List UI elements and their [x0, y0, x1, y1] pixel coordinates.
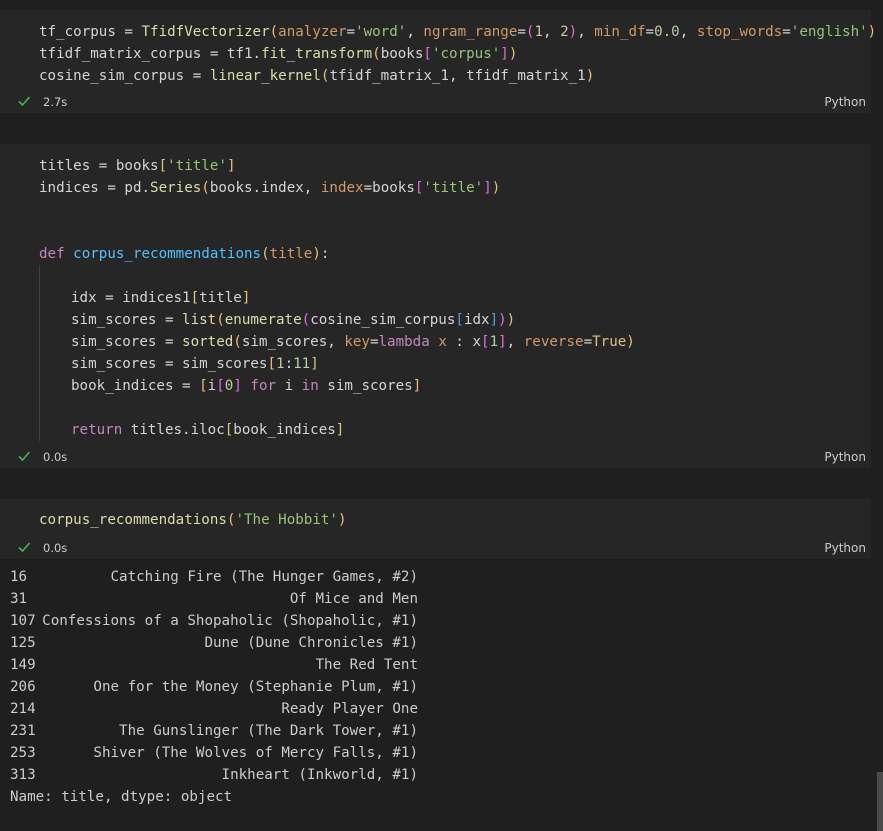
- code-line[interactable]: tfidf_matrix_corpus = tf1.fit_transform(…: [39, 43, 517, 65]
- row-title: Dune (Dune Chronicles #1): [204, 635, 418, 651]
- output-row: 214 Ready Player One: [10, 698, 418, 720]
- language-label[interactable]: Python: [824, 94, 866, 110]
- row-title: Confessions of a Shopaholic (Shopaholic,…: [42, 613, 418, 629]
- output-row: 107 Confessions of a Shopaholic (Shopahol…: [10, 610, 418, 632]
- cell-status-bar: 0.0s Python: [0, 447, 871, 467]
- row-title: Shiver (The Wolves of Mercy Falls, #1): [93, 745, 418, 761]
- output-row: 253 Shiver (The Wolves of Mercy Falls, #1…: [10, 742, 418, 764]
- check-icon: [18, 96, 31, 107]
- row-index: 16: [10, 569, 28, 585]
- output-scrollbar[interactable]: [877, 772, 883, 831]
- row-index: 206: [10, 679, 36, 695]
- row-index: 231: [10, 723, 36, 739]
- cell-output[interactable]: 16 Catching Fire (The Hunger Games, #2) 3…: [0, 560, 871, 831]
- output-row: 231 The Gunslinger (The Dark Tower, #1): [10, 720, 418, 742]
- execution-time: 0.0s: [43, 450, 68, 464]
- cell-status-bar: 0.0s Python: [0, 538, 871, 558]
- indent-guide: [39, 265, 40, 441]
- code-line[interactable]: book_indices = [i[0] for i in sim_scores…: [71, 375, 421, 397]
- code-line[interactable]: def corpus_recommendations(title):: [39, 243, 329, 265]
- code-line[interactable]: sim_scores = sorted(sim_scores, key=lamb…: [71, 331, 635, 353]
- execution-time: 2.7s: [43, 95, 68, 109]
- code-line[interactable]: titles = books['title']: [39, 155, 235, 177]
- row-index: 149: [10, 657, 36, 673]
- check-icon: [18, 542, 31, 553]
- output-footer: Name: title, dtype: object: [10, 789, 233, 805]
- code-line[interactable]: sim_scores = list(enumerate(cosine_sim_c…: [71, 309, 515, 331]
- row-index: 31: [10, 591, 28, 607]
- row-title: Inkheart (Inkworld, #1): [221, 767, 418, 783]
- row-title: The Gunslinger (The Dark Tower, #1): [119, 723, 418, 739]
- row-title: The Red Tent: [315, 657, 419, 673]
- row-title: Catching Fire (The Hunger Games, #2): [110, 569, 419, 585]
- row-index: 313: [10, 767, 36, 783]
- output-row: 125 Dune (Dune Chronicles #1): [10, 632, 418, 654]
- execution-time: 0.0s: [43, 541, 68, 555]
- language-label[interactable]: Python: [824, 449, 866, 465]
- language-label[interactable]: Python: [824, 540, 866, 556]
- code-line[interactable]: sim_scores = sim_scores[1:11]: [71, 353, 319, 375]
- code-cell-1[interactable]: tf_corpus = TfidfVectorizer(analyzer='wo…: [0, 10, 876, 113]
- row-index: 214: [10, 701, 36, 717]
- check-icon: [18, 451, 31, 462]
- code-cell-3[interactable]: corpus_recommendations('The Hobbit') 0.0…: [0, 499, 871, 559]
- row-index: 125: [10, 635, 36, 651]
- row-index: 107: [10, 613, 36, 629]
- cell-status-bar: 2.7s Python: [0, 92, 871, 112]
- code-line[interactable]: corpus_recommendations('The Hobbit'): [39, 509, 347, 531]
- row-title: Ready Player One: [281, 701, 418, 717]
- code-line[interactable]: tf_corpus = TfidfVectorizer(analyzer='wo…: [39, 21, 876, 43]
- row-index: 253: [10, 745, 36, 761]
- code-line[interactable]: indices = pd.Series(books.index, index=b…: [39, 177, 500, 199]
- output-row: 149 The Red Tent: [10, 654, 418, 676]
- code-cell-2[interactable]: titles = books['title'] indices = pd.Ser…: [0, 144, 871, 468]
- output-row: 16 Catching Fire (The Hunger Games, #2): [10, 566, 418, 588]
- code-line[interactable]: cosine_sim_corpus = linear_kernel(tfidf_…: [39, 65, 594, 87]
- row-title: One for the Money (Stephanie Plum, #1): [93, 679, 418, 695]
- code-line[interactable]: idx = indices1[title]: [71, 287, 250, 309]
- output-row: 31 Of Mice and Men: [10, 588, 418, 610]
- row-title: Of Mice and Men: [289, 591, 418, 607]
- output-row: 313 Inkheart (Inkworld, #1): [10, 764, 418, 786]
- output-row: 206 One for the Money (Stephanie Plum, #1…: [10, 676, 418, 698]
- code-line[interactable]: return titles.iloc[book_indices]: [71, 419, 344, 441]
